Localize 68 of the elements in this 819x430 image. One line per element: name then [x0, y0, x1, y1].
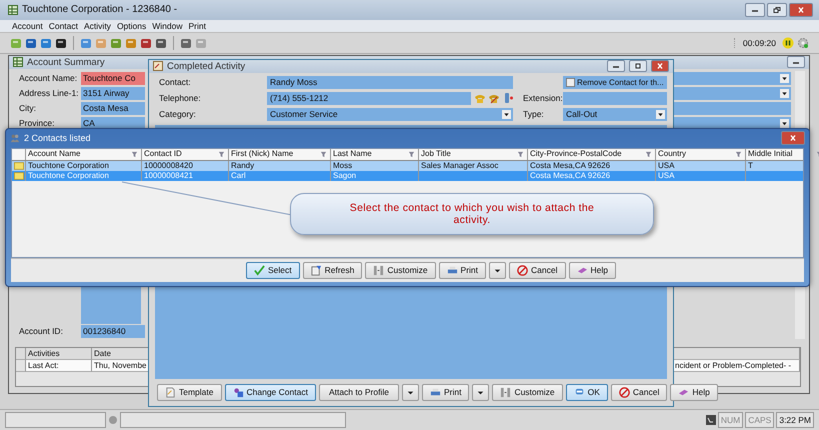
table-cell: Carl	[229, 170, 331, 181]
action-button[interactable]: Refresh	[302, 262, 362, 279]
action-button[interactable]: Change Contact	[224, 384, 316, 401]
column-header[interactable]: First (Nick) Name	[229, 148, 331, 160]
field-label: Contact:	[158, 77, 192, 88]
field-label: Address Line-1:	[18, 88, 80, 98]
field-label: Extension:	[522, 93, 563, 104]
field-label: Category:	[158, 109, 197, 120]
input-field[interactable]: Randy Moss	[267, 76, 513, 89]
callout-text: Select the contact to which you wish to attach the activity.	[348, 202, 596, 226]
input-field[interactable]: CA	[81, 116, 145, 130]
dialog-title: 2 Contacts listed	[24, 133, 91, 144]
field-label: City:	[18, 103, 37, 114]
input-field[interactable]: 3151 Airway	[81, 86, 145, 100]
input-field[interactable]: 001236840	[81, 324, 145, 338]
table-cell: Touchtone Corporation	[26, 170, 142, 181]
action-button[interactable]: Template	[157, 384, 222, 401]
action-button[interactable]: Customize	[492, 384, 563, 401]
column-header: Activities	[26, 348, 92, 360]
action-button[interactable]: Cancel	[509, 262, 566, 279]
field-label: Province:	[18, 118, 56, 128]
column-header[interactable]: Job Title	[419, 148, 528, 160]
field-label: Account Name:	[18, 73, 78, 84]
menu-item[interactable]: Account	[12, 20, 43, 31]
action-button[interactable]: OK	[566, 384, 608, 401]
dropdown-field[interactable]: Customer Service	[267, 108, 513, 121]
column-header[interactable]: Country	[656, 148, 746, 160]
caps-indicator: CAPS	[745, 412, 774, 428]
action-button[interactable]: Cancel	[610, 384, 668, 401]
menu-item[interactable]: Contact	[48, 20, 78, 31]
table-row[interactable]: Touchtone Corporation 10000008420 Randy Moss Sales Manager Assoc Costa Mesa,CA 92626 USA T	[12, 160, 803, 171]
num-indicator: NUM	[718, 412, 744, 428]
dropdown-field[interactable]: Call-Out	[563, 108, 667, 121]
field-label: Type:	[522, 109, 545, 120]
field-label: Telephone:	[158, 93, 202, 104]
menu-item[interactable]: Activity	[84, 20, 111, 31]
column-header[interactable]: Contact ID	[142, 148, 229, 160]
timer: 00:09:20	[734, 38, 776, 48]
window-title: Account Summary	[27, 56, 105, 68]
input-field[interactable]: Costa Mesa	[81, 102, 145, 115]
column-header[interactable]: Middle Initial	[746, 148, 819, 160]
action-button[interactable]: Help	[568, 262, 616, 279]
column-header[interactable]: Account Name	[26, 148, 142, 160]
action-button[interactable]: Attach to Profile	[318, 384, 399, 401]
action-button[interactable]: Help	[670, 384, 718, 401]
menu-item[interactable]: Options	[116, 20, 146, 31]
action-button[interactable]: Select	[246, 262, 300, 279]
action-button[interactable]: Customize	[365, 262, 436, 279]
field-label: Account ID:	[18, 326, 64, 336]
checkbox-label: Remove Contact for th...	[577, 76, 664, 89]
column-header[interactable]: Last Name	[331, 148, 419, 160]
window-title: Touchtone Corporation - 1236840 -	[22, 4, 178, 16]
table-cell: Last Act:	[26, 360, 92, 372]
input-field[interactable]: Touchtone Co	[81, 72, 145, 85]
menu-item[interactable]: Print	[188, 20, 206, 31]
clock: 3:22 PM	[776, 412, 814, 428]
table-cell: 10000008421	[142, 170, 229, 181]
input-field[interactable]: (714) 555-1212	[267, 92, 471, 105]
action-button[interactable]: Print	[438, 262, 486, 279]
table-cell: Sagon	[331, 170, 419, 181]
column-header[interactable]: City-Province-PostalCode	[528, 148, 656, 160]
window-title: Completed Activity	[167, 60, 246, 72]
table-cell: Costa Mesa,CA 92626	[528, 170, 656, 181]
table-cell: ncident or Problem-Completed- -	[673, 360, 800, 372]
action-button[interactable]: Print	[422, 384, 470, 401]
menu-item[interactable]: Window	[152, 20, 182, 31]
checkbox-field[interactable]: Remove Contact for th...	[563, 76, 667, 89]
table-cell: USA	[656, 170, 746, 181]
